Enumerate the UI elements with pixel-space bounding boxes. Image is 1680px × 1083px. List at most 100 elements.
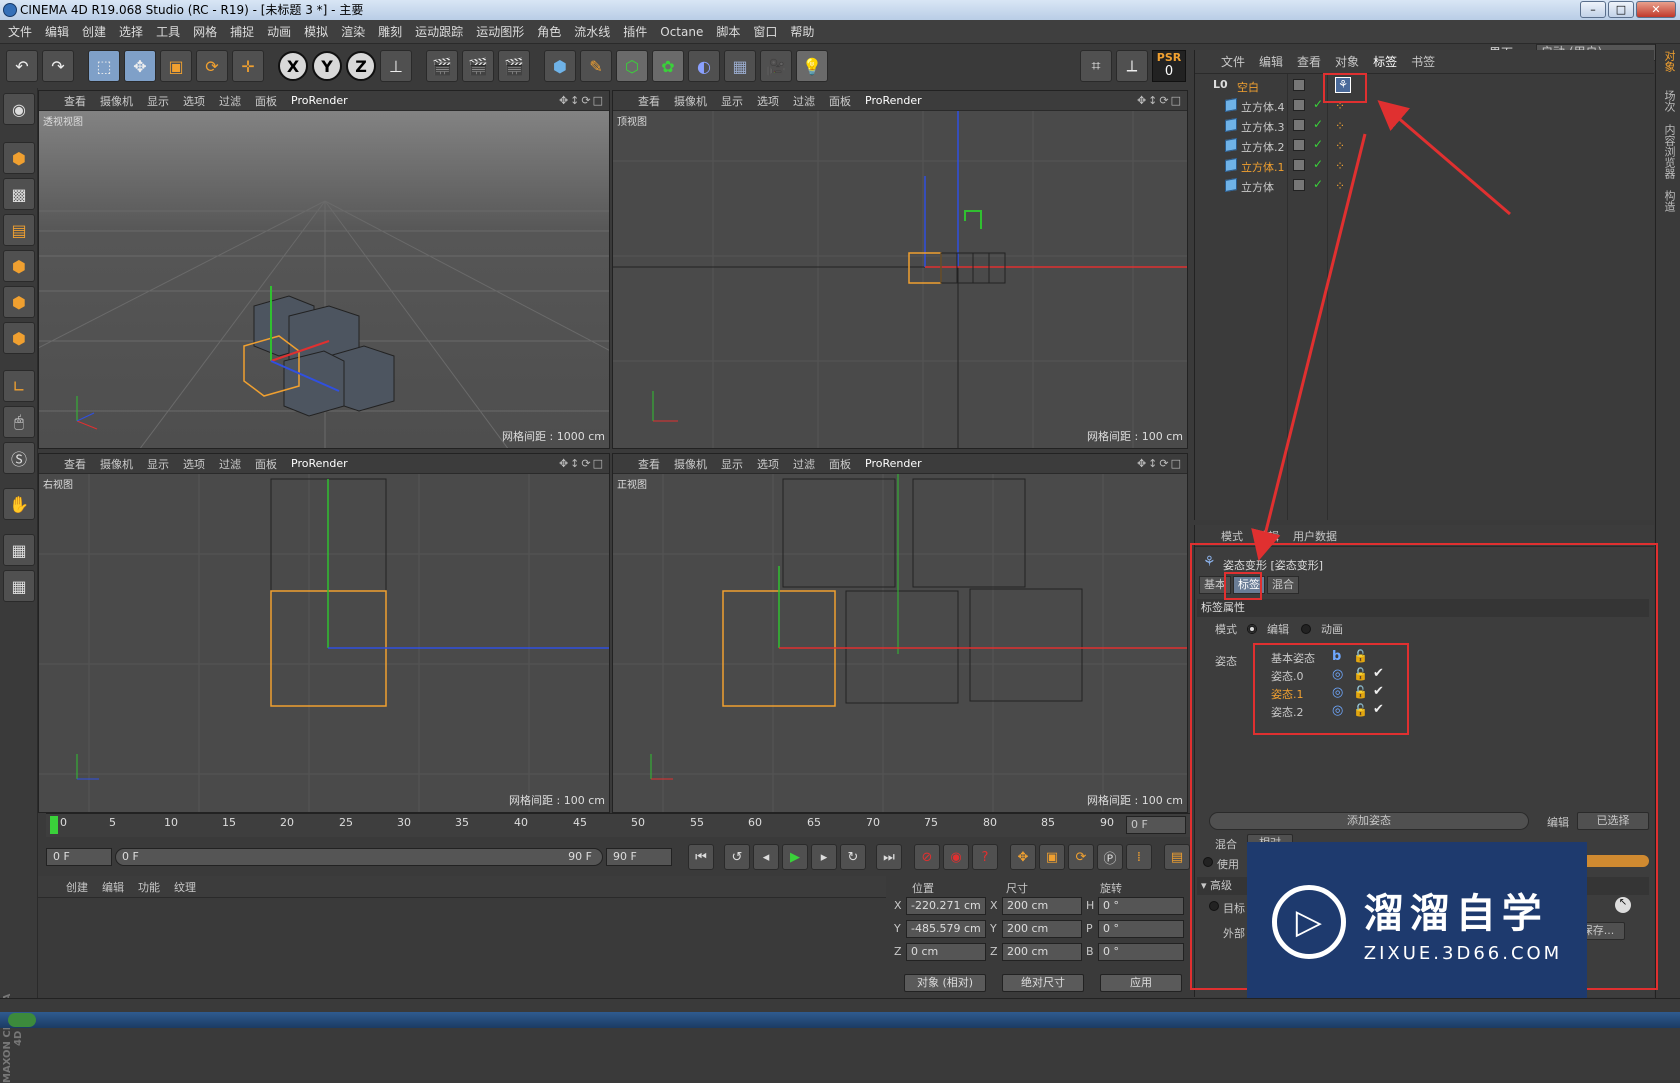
- vp-menu-view[interactable]: 查看: [64, 93, 86, 109]
- pick-arrow-icon[interactable]: ↖: [1615, 897, 1631, 913]
- object-row-cube[interactable]: 立方体 ✓ ⁘: [1195, 176, 1655, 196]
- radio-animate[interactable]: [1301, 624, 1311, 634]
- vp-menu-view[interactable]: 查看: [638, 93, 660, 109]
- range-slider[interactable]: 0 F 90 F: [115, 848, 603, 866]
- undo-icon[interactable]: ↶: [6, 50, 38, 82]
- snap-icon[interactable]: ⌗: [1080, 50, 1112, 82]
- viewport-front[interactable]: 查看 摄像机 显示 选项 过滤 面板 ProRender ✥↕⟳□ 正视图 网格…: [612, 453, 1188, 813]
- rotation-p-field[interactable]: 0 °: [1098, 920, 1184, 938]
- om-menu-objects[interactable]: 对象: [1335, 53, 1359, 70]
- menu-create[interactable]: 创建: [82, 23, 106, 40]
- enabled-check-icon[interactable]: ✓: [1313, 157, 1323, 171]
- cloner-icon[interactable]: ✿: [652, 50, 684, 82]
- autokey-icon[interactable]: ◉: [943, 844, 969, 870]
- pose-row[interactable]: 姿态.2 ◎ 🔓 ✔: [1255, 702, 1649, 720]
- planar-workplane-icon[interactable]: ▦: [3, 534, 35, 566]
- model-mode-icon[interactable]: ⬢: [3, 142, 35, 174]
- menu-mesh[interactable]: 网格: [193, 23, 217, 40]
- tab-content-browser[interactable]: 内容浏览器: [1661, 124, 1677, 179]
- vp-menu-prorender[interactable]: ProRender: [865, 94, 922, 107]
- tab-tag[interactable]: 标签: [1233, 576, 1265, 594]
- menu-motion-tracker[interactable]: 运动跟踪: [415, 23, 463, 40]
- menu-animate[interactable]: 动画: [267, 23, 291, 40]
- end-frame-field[interactable]: 90 F: [606, 848, 672, 866]
- add-pose-button[interactable]: 添加姿态: [1209, 812, 1529, 830]
- vp-menu-camera[interactable]: 摄像机: [100, 456, 133, 472]
- vp-menu-options[interactable]: 选项: [757, 93, 779, 109]
- object-row-null[interactable]: L0 空白 ⚘: [1195, 76, 1655, 96]
- vp-menu-camera[interactable]: 摄像机: [674, 93, 707, 109]
- next-frame-icon[interactable]: ▸: [811, 844, 837, 870]
- scale-icon[interactable]: ▣: [160, 50, 192, 82]
- am-menu-edit[interactable]: 编辑: [1257, 528, 1279, 544]
- visibility-icon[interactable]: [1293, 159, 1305, 171]
- vp-menu-options[interactable]: 选项: [183, 93, 205, 109]
- parameter-key-icon[interactable]: Ⓟ: [1097, 844, 1123, 870]
- keyframe-selection-icon[interactable]: ?: [972, 844, 998, 870]
- lock-icon[interactable]: 🔓: [1353, 703, 1368, 717]
- next-key-icon[interactable]: ↻: [840, 844, 866, 870]
- vp-menu-panel[interactable]: 面板: [829, 456, 851, 472]
- position-x-field[interactable]: -220.271 cm: [906, 897, 986, 915]
- render-settings-icon[interactable]: 🎬: [498, 50, 530, 82]
- position-z-field[interactable]: 0 cm: [906, 943, 986, 961]
- menu-mograph[interactable]: 运动图形: [476, 23, 524, 40]
- size-x-field[interactable]: 200 cm: [1002, 897, 1082, 915]
- check-icon[interactable]: ✔: [1373, 702, 1384, 717]
- start-button-icon[interactable]: [8, 1013, 36, 1027]
- menu-simulate[interactable]: 模拟: [304, 23, 328, 40]
- vp-menu-display[interactable]: 显示: [147, 93, 169, 109]
- edit-dropdown[interactable]: 已选择: [1577, 812, 1649, 830]
- target-icon[interactable]: ◎: [1332, 703, 1343, 718]
- menu-tools[interactable]: 工具: [156, 23, 180, 40]
- tweak-mode-icon[interactable]: 🖱: [3, 406, 35, 438]
- cube-icon[interactable]: ⬢: [544, 50, 576, 82]
- menu-help[interactable]: 帮助: [790, 23, 814, 40]
- enabled-check-icon[interactable]: ✓: [1313, 137, 1323, 151]
- vp-menu-panel[interactable]: 面板: [255, 93, 277, 109]
- om-menu-bookmarks[interactable]: 书签: [1411, 53, 1435, 70]
- menu-octane[interactable]: Octane: [660, 25, 703, 39]
- visibility-icon[interactable]: [1293, 79, 1305, 91]
- target-icon[interactable]: ◎: [1332, 667, 1343, 682]
- vp-menu-filter[interactable]: 过滤: [793, 456, 815, 472]
- prev-frame-icon[interactable]: ◂: [753, 844, 779, 870]
- grid-workplane-icon[interactable]: ▦: [3, 570, 35, 602]
- vp-menu-filter[interactable]: 过滤: [793, 93, 815, 109]
- viewport-perspective[interactable]: 查看 摄像机 显示 选项 过滤 面板 ProRender ✥↕⟳□ 透视视图 网…: [38, 90, 610, 449]
- visibility-icon[interactable]: [1293, 99, 1305, 111]
- goto-start-icon[interactable]: ⏮: [688, 844, 714, 870]
- am-menu-mode[interactable]: 模式: [1221, 528, 1243, 544]
- maximize-button[interactable]: □: [1608, 1, 1634, 18]
- recent-tool-icon[interactable]: ✛: [232, 50, 264, 82]
- am-menu-userdata[interactable]: 用户数据: [1293, 528, 1337, 544]
- menu-script[interactable]: 脚本: [716, 23, 740, 40]
- make-editable-icon[interactable]: ◉: [3, 93, 35, 125]
- mat-menu-function[interactable]: 功能: [138, 879, 160, 895]
- size-mode-dropdown[interactable]: 绝对尺寸: [1002, 974, 1084, 992]
- axis-mode-icon[interactable]: ∟: [3, 370, 35, 402]
- tab-takes[interactable]: 场次: [1661, 90, 1677, 112]
- vp-menu-prorender[interactable]: ProRender: [291, 457, 348, 470]
- visibility-icon[interactable]: [1293, 139, 1305, 151]
- tab-objects[interactable]: 对象: [1661, 50, 1677, 72]
- visibility-icon[interactable]: [1293, 179, 1305, 191]
- edges-mode-icon[interactable]: ⬢: [3, 286, 35, 318]
- mat-menu-create[interactable]: 创建: [66, 879, 88, 895]
- texture-mode-icon[interactable]: ▩: [3, 178, 35, 210]
- viewport-nav-icons[interactable]: ✥↕⟳□: [1137, 94, 1183, 107]
- pen-icon[interactable]: ✎: [580, 50, 612, 82]
- rotation-key-icon[interactable]: ⟳: [1068, 844, 1094, 870]
- phong-tag-icon[interactable]: ⁘: [1335, 99, 1347, 113]
- mat-menu-texture[interactable]: 纹理: [174, 879, 196, 895]
- om-menu-file[interactable]: 文件: [1221, 53, 1245, 70]
- scale-key-icon[interactable]: ▣: [1039, 844, 1065, 870]
- menu-render[interactable]: 渲染: [341, 23, 365, 40]
- vp-menu-panel[interactable]: 面板: [829, 93, 851, 109]
- target-radio[interactable]: [1209, 901, 1219, 911]
- current-frame-field[interactable]: 0 F: [1126, 816, 1186, 834]
- tab-mix[interactable]: 混合: [1267, 576, 1299, 594]
- viewport-nav-icons[interactable]: ✥↕⟳□: [1137, 457, 1183, 470]
- timeline-ruler[interactable]: 0 5 10 15 20 25 30 35 40 45 50 55 60 65 …: [46, 813, 1190, 837]
- menu-file[interactable]: 文件: [8, 23, 32, 40]
